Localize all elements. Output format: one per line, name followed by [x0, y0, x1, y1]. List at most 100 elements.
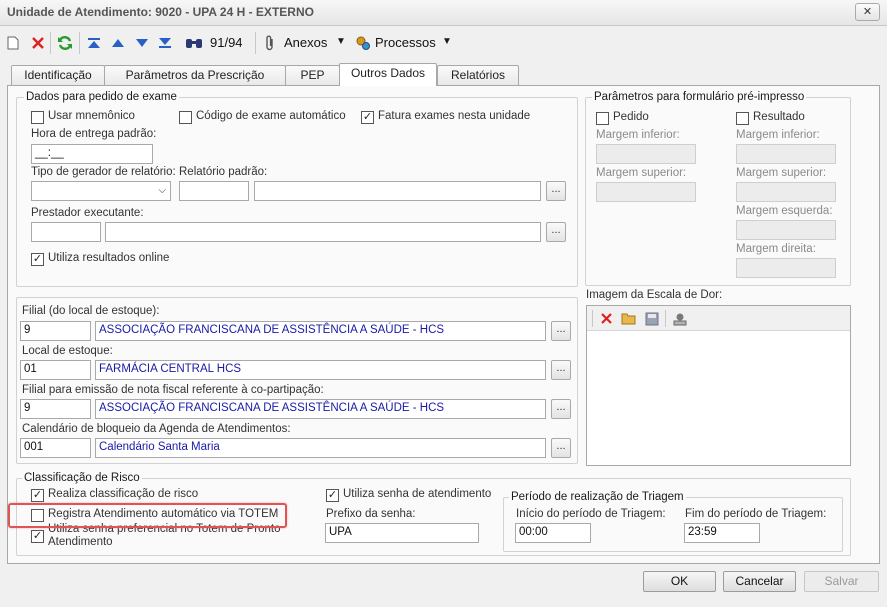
pedido-label: Pedido — [613, 111, 649, 123]
filial-nf-lookup-button[interactable]: ... — [551, 399, 571, 419]
fim-triagem-label: Fim do período de Triagem: — [685, 508, 827, 520]
local-estoque-label: Local de estoque: — [22, 345, 113, 357]
delete-icon[interactable] — [29, 33, 47, 53]
toolbar-separator — [50, 32, 51, 54]
tab-pep[interactable]: PEP — [285, 65, 340, 86]
anexos-menu[interactable]: Anexos — [284, 35, 327, 50]
inicio-triagem-label: Início do período de Triagem: — [516, 508, 666, 520]
filial-nf-code-input[interactable]: 9 — [20, 399, 91, 419]
hora-entrega-label: Hora de entrega padrão: — [31, 128, 157, 140]
calendario-code-input[interactable]: 001 — [20, 438, 91, 458]
prestador-code-input[interactable] — [31, 222, 101, 242]
pedido-margem-superior-input — [596, 182, 696, 202]
utiliza-resultados-checkbox[interactable]: ✓ — [31, 253, 44, 266]
scanner-icon[interactable] — [671, 310, 689, 327]
ok-button[interactable]: OK — [643, 571, 716, 592]
utiliza-resultados-label: Utiliza resultados online — [48, 252, 170, 264]
resultado-label: Resultado — [753, 111, 805, 123]
prefixo-senha-input[interactable]: UPA — [325, 523, 479, 543]
cancel-button[interactable]: Cancelar — [723, 571, 796, 592]
resultado-checkbox[interactable] — [736, 112, 749, 125]
toolbar-separator — [665, 310, 666, 327]
resultado-margem-inferior-input — [736, 144, 836, 164]
next-record-icon[interactable] — [133, 33, 151, 53]
resultado-margem-superior-input — [736, 182, 836, 202]
imagem-escala-label: Imagem da Escala de Dor: — [586, 289, 723, 301]
new-record-icon[interactable] — [5, 33, 21, 53]
filial-nf-label: Filial para emissão de nota fiscal refer… — [22, 384, 324, 396]
tab-outros-dados[interactable]: Outros Dados — [339, 63, 437, 86]
processos-menu[interactable]: Processos — [375, 35, 436, 50]
pedido-margem-superior-label: Margem superior: — [596, 167, 687, 179]
calendario-label: Calendário de bloqueio da Agenda de Aten… — [22, 423, 291, 435]
filial-code-input[interactable]: 9 — [20, 321, 91, 341]
open-folder-icon[interactable] — [620, 310, 638, 327]
tab-parametros-prescricao[interactable]: Parâmetros da Prescrição — [104, 65, 286, 86]
tipo-gerador-select[interactable]: ⌵ — [31, 181, 171, 201]
pedido-margem-inferior-label: Margem inferior: — [596, 129, 680, 141]
resultado-margem-esquerda-label: Margem esquerda: — [736, 205, 833, 217]
tab-relatorios[interactable]: Relatórios — [437, 65, 519, 86]
gears-icon — [354, 33, 372, 53]
filial-name-input[interactable]: ASSOCIAÇÃO FRANCISCANA DE ASSISTÊNCIA A … — [95, 321, 546, 341]
filial-lookup-button[interactable]: ... — [551, 321, 571, 341]
delete-image-icon[interactable] — [597, 310, 615, 327]
toolbar-separator — [79, 32, 80, 54]
close-button[interactable]: ✕ — [855, 3, 880, 21]
save-image-icon[interactable] — [643, 310, 661, 327]
risco-legend: Classificação de Risco — [22, 472, 142, 484]
chevron-down-icon[interactable]: ▼ — [336, 36, 346, 47]
codigo-automatico-checkbox[interactable] — [179, 111, 192, 124]
inicio-triagem-input[interactable]: 00:00 — [515, 523, 591, 543]
chevron-down-icon: ⌵ — [158, 185, 166, 196]
exame-legend: Dados para pedido de exame — [24, 91, 179, 103]
tab-identificacao[interactable]: Identificação — [11, 65, 105, 86]
refresh-icon[interactable] — [55, 33, 75, 53]
paperclip-icon — [262, 33, 278, 53]
title-bar: Unidade de Atendimento: 9020 - UPA 24 H … — [0, 0, 887, 26]
binoculars-icon[interactable] — [184, 33, 204, 53]
prestador-name-input[interactable] — [105, 222, 541, 242]
chevron-down-icon[interactable]: ▼ — [442, 36, 452, 47]
toolbar-separator — [255, 32, 256, 54]
realiza-classificacao-checkbox[interactable]: ✓ — [31, 489, 44, 502]
usar-mnemonico-label: Usar mnemônico — [48, 110, 135, 122]
formulario-legend: Parâmetros para formulário pré-impresso — [592, 91, 807, 103]
fim-triagem-input[interactable]: 23:59 — [684, 523, 760, 543]
prestador-lookup-button[interactable]: ... — [546, 222, 566, 242]
resultado-margem-esquerda-input — [736, 220, 836, 240]
local-estoque-code-input[interactable]: 01 — [20, 360, 91, 380]
utiliza-senha-label: Utiliza senha de atendimento — [343, 488, 492, 500]
relatorio-padrao-name-input[interactable] — [254, 181, 541, 201]
usar-mnemonico-checkbox[interactable] — [31, 111, 44, 124]
fatura-exames-checkbox[interactable]: ✓ — [361, 111, 374, 124]
toolbar-separator — [592, 310, 593, 327]
previous-record-icon[interactable] — [109, 33, 127, 53]
highlight-box — [8, 503, 287, 528]
fatura-exames-label: Fatura exames nesta unidade — [378, 110, 531, 122]
relatorio-padrao-code-input[interactable] — [179, 181, 249, 201]
resultado-margem-direita-input — [736, 258, 836, 278]
tipo-gerador-label: Tipo de gerador de relatório: — [31, 166, 176, 178]
triagem-legend: Período de realização de Triagem — [509, 491, 686, 503]
save-button[interactable]: Salvar — [804, 571, 879, 592]
utiliza-senha-checkbox[interactable]: ✓ — [326, 489, 339, 502]
prestador-label: Prestador executante: — [31, 207, 144, 219]
local-estoque-name-input[interactable]: FARMÁCIA CENTRAL HCS — [95, 360, 546, 380]
pedido-checkbox[interactable] — [596, 112, 609, 125]
record-counter: 91/94 — [210, 35, 243, 50]
last-record-icon[interactable] — [156, 33, 174, 53]
resultado-margem-direita-label: Margem direita: — [736, 243, 816, 255]
calendario-name-input[interactable]: Calendário Santa Maria — [95, 438, 546, 458]
resultado-margem-inferior-label: Margem inferior: — [736, 129, 820, 141]
senha-preferencial-checkbox[interactable]: ✓ — [31, 530, 44, 543]
filial-label: Filial (do local de estoque): — [22, 305, 160, 317]
local-estoque-lookup-button[interactable]: ... — [551, 360, 571, 380]
window-title: Unidade de Atendimento: 9020 - UPA 24 H … — [7, 5, 314, 19]
calendario-lookup-button[interactable]: ... — [551, 438, 571, 458]
relatorio-lookup-button[interactable]: ... — [546, 181, 566, 201]
realiza-classificacao-label: Realiza classificação de risco — [48, 488, 199, 500]
filial-nf-name-input[interactable]: ASSOCIAÇÃO FRANCISCANA DE ASSISTÊNCIA A … — [95, 399, 546, 419]
hora-entrega-input[interactable]: __:__ — [31, 144, 153, 164]
first-record-icon[interactable] — [85, 33, 103, 53]
